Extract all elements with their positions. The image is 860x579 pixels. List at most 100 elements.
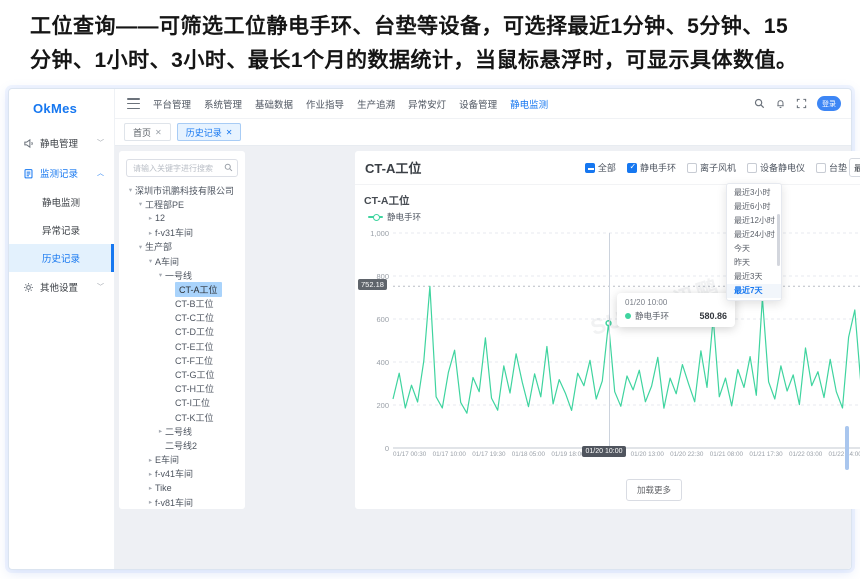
- sidebar-subitem[interactable]: 静电监测: [9, 188, 114, 216]
- sidebar-subitem[interactable]: 历史记录: [9, 244, 114, 272]
- sidebar-item[interactable]: 监测记录︿: [9, 158, 114, 188]
- tree-node[interactable]: CT-C工位: [119, 311, 245, 325]
- sidebar-subitem-label: 历史记录: [42, 251, 80, 265]
- dropdown-option[interactable]: 最近6小时: [727, 200, 781, 214]
- collapse-menu-icon[interactable]: [127, 98, 140, 109]
- sidebar-subitem-label: 异常记录: [42, 223, 80, 237]
- filter-label: 离子风机: [700, 161, 736, 174]
- nav-item-4[interactable]: 作业指导: [306, 97, 344, 111]
- tree-node[interactable]: CT-H工位: [119, 382, 245, 396]
- caret-down-icon[interactable]: ▾: [136, 200, 145, 208]
- caret-right-icon[interactable]: ▸: [146, 214, 155, 222]
- close-icon[interactable]: ✕: [226, 128, 233, 137]
- dropdown-option[interactable]: 今天: [727, 242, 781, 256]
- chart-legend[interactable]: 静电手环: [368, 211, 421, 223]
- nav-item-5[interactable]: 生产追溯: [357, 97, 395, 111]
- tree-node[interactable]: ▸E车间: [119, 453, 245, 467]
- dropdown-option[interactable]: 最近3小时: [727, 186, 781, 200]
- search-icon[interactable]: [754, 98, 765, 109]
- caret-down-icon[interactable]: ▾: [146, 257, 155, 265]
- nav-item-6[interactable]: 异常安灯: [408, 97, 446, 111]
- x-axis-labels: 01/17 00:3001/17 10:0001/17 19:3001/18 0…: [393, 451, 860, 458]
- x-tick-label: 01/21 17:30: [749, 451, 782, 458]
- tree-node[interactable]: CT-D工位: [119, 325, 245, 339]
- tab-label: 历史记录: [186, 126, 222, 139]
- checkbox-indeterminate-icon[interactable]: [585, 163, 595, 173]
- nav-item-3[interactable]: 基础数据: [255, 97, 293, 111]
- tree-node[interactable]: ▾生产部: [119, 240, 245, 254]
- tree-node[interactable]: CT-G工位: [119, 367, 245, 381]
- filter-label: 全部: [598, 161, 616, 174]
- fullscreen-icon[interactable]: [796, 98, 807, 109]
- sidebar-subitem[interactable]: 异常记录: [9, 216, 114, 244]
- dropdown-option[interactable]: 最近3天: [727, 270, 781, 284]
- tree-node[interactable]: CT-I工位: [119, 396, 245, 410]
- bell-icon[interactable]: [775, 98, 786, 109]
- tooltip-time: 01/20 10:00: [625, 298, 727, 307]
- checkbox-checked-icon[interactable]: [627, 163, 637, 173]
- nav-item-7[interactable]: 设备管理: [459, 97, 497, 111]
- tree-node[interactable]: CT-E工位: [119, 339, 245, 353]
- dropdown-option[interactable]: 最近24小时: [727, 228, 781, 242]
- checkbox-unchecked-icon[interactable]: [687, 163, 697, 173]
- megaphone-icon: [23, 138, 34, 149]
- sidebar-item[interactable]: 其他设置﹀: [9, 272, 114, 302]
- y-tick-label: 1,000: [357, 229, 389, 238]
- tree-node[interactable]: ▾一号线: [119, 268, 245, 282]
- user-avatar[interactable]: 登录: [817, 96, 841, 111]
- filter-静电手环[interactable]: 静电手环: [627, 161, 676, 174]
- close-icon[interactable]: ✕: [155, 128, 162, 137]
- tree-node[interactable]: CT-A工位: [119, 282, 245, 296]
- checkbox-unchecked-icon[interactable]: [747, 163, 757, 173]
- caret-right-icon[interactable]: ▸: [146, 470, 155, 478]
- tree-node[interactable]: ▾工程部PE: [119, 197, 245, 211]
- x-tick-label: 01/20 13:00: [631, 451, 664, 458]
- filter-全部[interactable]: 全部: [585, 161, 616, 174]
- gear-icon: [23, 282, 34, 293]
- app-logo[interactable]: OkMes: [9, 89, 114, 128]
- tree-node[interactable]: ▸二号线: [119, 424, 245, 438]
- panel-scrollbar[interactable]: [845, 426, 849, 470]
- load-more-button[interactable]: 加载更多: [626, 479, 682, 501]
- caret-down-icon[interactable]: ▾: [126, 186, 135, 194]
- tree-node[interactable]: CT-F工位: [119, 353, 245, 367]
- filter-台垫[interactable]: 台垫: [816, 161, 847, 174]
- tab-首页[interactable]: 首页✕: [124, 123, 171, 141]
- nav-item-2[interactable]: 系统管理: [204, 97, 242, 111]
- tree-node[interactable]: ▸f-v31车间: [119, 226, 245, 240]
- dropdown-option[interactable]: 最近12小时: [727, 214, 781, 228]
- caret-down-icon[interactable]: ▾: [136, 243, 145, 251]
- tab-历史记录[interactable]: 历史记录 ✕: [177, 123, 242, 141]
- dropdown-scrollbar[interactable]: [777, 214, 780, 266]
- filter-离子风机[interactable]: 离子风机: [687, 161, 736, 174]
- caret-right-icon[interactable]: ▸: [156, 427, 165, 435]
- chevron-down-icon: ﹀: [97, 138, 104, 148]
- tree-node[interactable]: CT-B工位: [119, 297, 245, 311]
- caret-down-icon[interactable]: ▾: [156, 271, 165, 279]
- time-range-select[interactable]: 最近7天 ▲: [849, 158, 860, 177]
- tree-search-input[interactable]: [126, 159, 238, 177]
- nav-item-1[interactable]: 平台管理: [153, 97, 191, 111]
- tree-node[interactable]: ▸Tike: [119, 481, 245, 495]
- tree-node[interactable]: ▾A车间: [119, 254, 245, 268]
- checkbox-unchecked-icon[interactable]: [816, 163, 826, 173]
- tree-node-label: CT-F工位: [175, 354, 213, 367]
- nav-item-8[interactable]: 静电监测: [510, 97, 548, 111]
- dropdown-option[interactable]: 昨天: [727, 256, 781, 270]
- caret-right-icon[interactable]: ▸: [146, 229, 155, 237]
- tree-node[interactable]: ▾深圳市讯鹏科技有限公司: [119, 183, 245, 197]
- tree-node[interactable]: ▸f-v81车间: [119, 495, 245, 509]
- tree-node[interactable]: CT-K工位: [119, 410, 245, 424]
- caret-right-icon[interactable]: ▸: [146, 456, 155, 464]
- caret-right-icon[interactable]: ▸: [146, 498, 155, 506]
- filter-设备静电仪[interactable]: 设备静电仪: [747, 161, 805, 174]
- sidebar-item[interactable]: 静电管理﹀: [9, 128, 114, 158]
- tree-node-label: CT-K工位: [175, 411, 214, 424]
- tree-node[interactable]: 二号线2: [119, 438, 245, 452]
- dropdown-option[interactable]: 最近7天: [727, 284, 781, 298]
- tree-node[interactable]: ▸f-v41车间: [119, 467, 245, 481]
- tree-node-label: CT-D工位: [175, 325, 214, 338]
- tree-node[interactable]: ▸12: [119, 211, 245, 225]
- x-tick-label: 01/21 08:00: [710, 451, 743, 458]
- caret-right-icon[interactable]: ▸: [146, 484, 155, 492]
